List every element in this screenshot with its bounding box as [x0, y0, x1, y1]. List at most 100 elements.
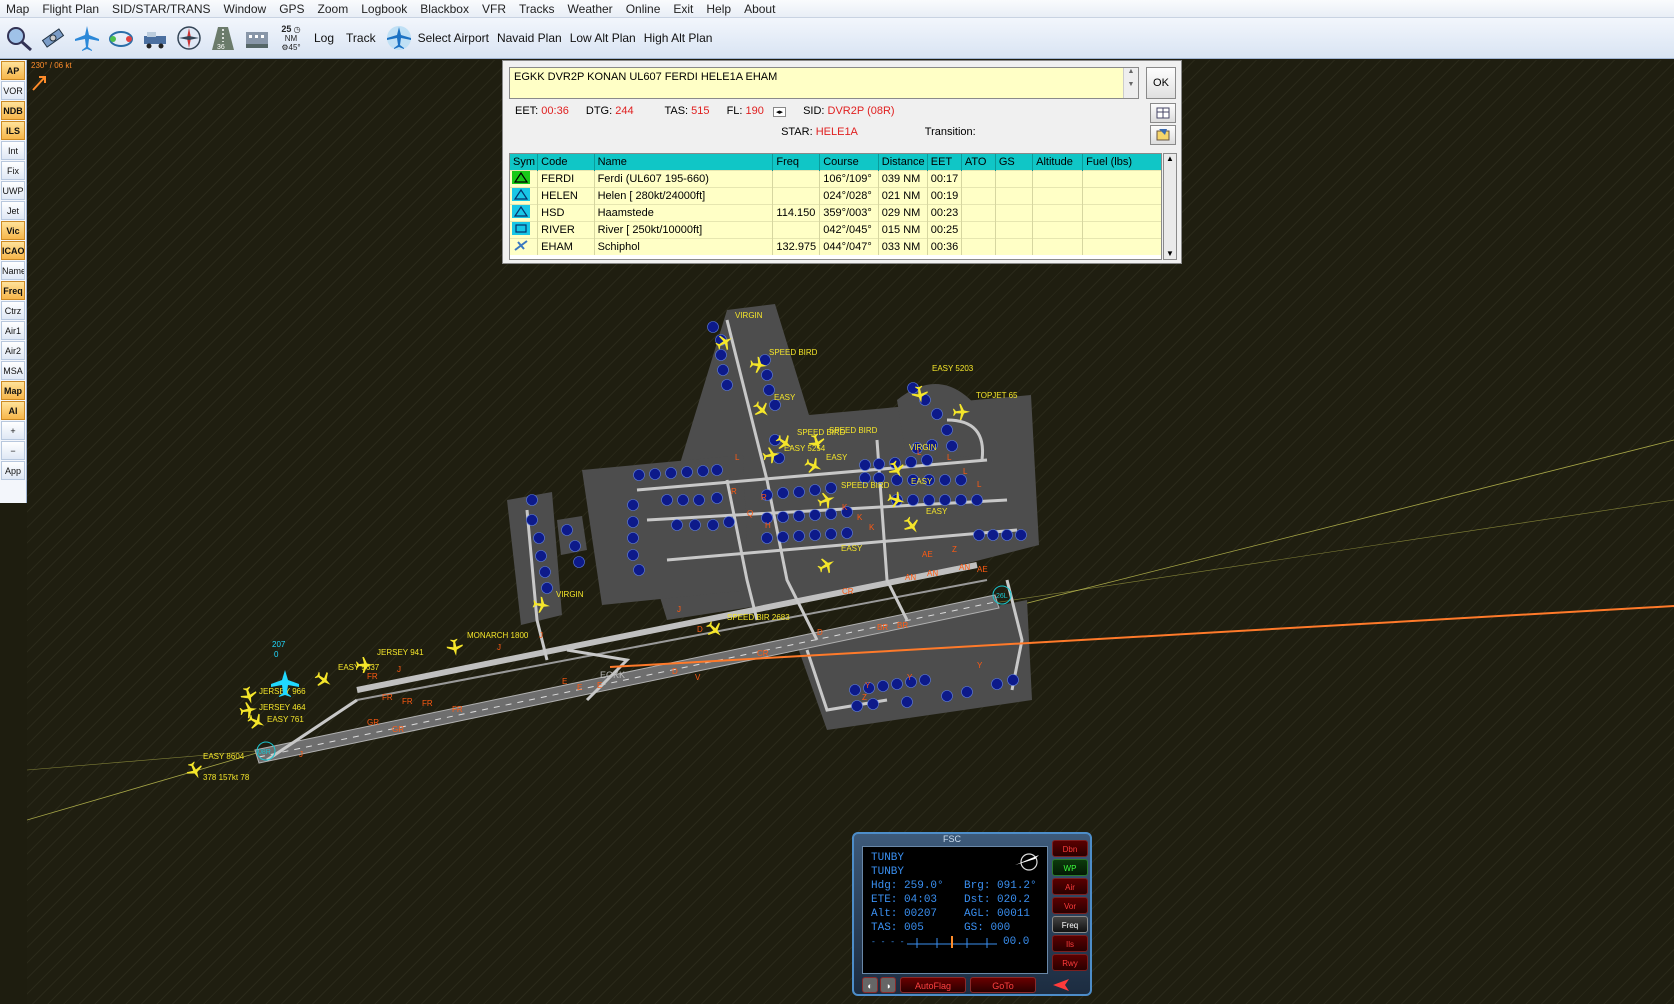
star-value[interactable]: HELE1A	[816, 126, 858, 138]
layer-button-int[interactable]: Int	[1, 141, 25, 160]
layer-button-ap[interactable]: AP	[1, 61, 25, 80]
menu-item-about[interactable]: About	[738, 1, 782, 17]
layer-button-jet[interactable]: Jet	[1, 201, 25, 220]
column-header-course[interactable]: Course	[819, 154, 879, 171]
cell-freq	[772, 221, 821, 239]
aircraft-icon[interactable]	[72, 23, 102, 53]
layer-button-name[interactable]: Name	[1, 261, 25, 280]
menu-item-help[interactable]: Help	[700, 1, 738, 17]
column-header-altitude[interactable]: Altitude	[1032, 154, 1084, 171]
layer-button-app[interactable]: App	[1, 461, 25, 480]
fsc-button-dbn[interactable]: Dbn	[1052, 840, 1088, 857]
route-scrollbar[interactable]: ▲ ▼	[1123, 68, 1138, 98]
menu-item-weather[interactable]: Weather	[562, 1, 620, 17]
table-row[interactable]: EHAM Schiphol 132.975 044°/047° 033 NM 00:36	[510, 238, 1161, 255]
table-row[interactable]: RIVER River [ 250kt/10000ft] 042°/045° 015 …	[510, 221, 1161, 239]
log-button[interactable]: Log	[314, 31, 334, 45]
menu-item-online[interactable]: Online	[620, 1, 668, 17]
menu-item-sid-star-trans[interactable]: SID/STAR/TRANS	[106, 1, 217, 17]
flight-plan-tools-button[interactable]	[1150, 125, 1176, 145]
menu-item-logbook[interactable]: Logbook	[355, 1, 414, 17]
parking-gate-marker	[777, 511, 789, 523]
ground-vehicle-icon[interactable]	[140, 23, 170, 53]
fsc-knob-right[interactable]: ◑	[880, 977, 896, 993]
route-string-input[interactable]: EGKK DVR2P KONAN UL607 FERDI HELE1A EHAM…	[509, 67, 1139, 99]
layer-button-msa[interactable]: MSA	[1, 361, 25, 380]
parking-gate-marker	[711, 464, 723, 476]
menu-item-map[interactable]: Map	[0, 1, 36, 17]
select-airport-icon[interactable]	[384, 23, 414, 53]
column-header-name[interactable]: Name	[594, 154, 774, 171]
menu-item-window[interactable]: Window	[218, 1, 274, 17]
menu-item-flight-plan[interactable]: Flight Plan	[36, 1, 106, 17]
layer-button-ai[interactable]: AI	[1, 401, 25, 420]
layer-button-air2[interactable]: Air2	[1, 341, 25, 360]
column-header-ato[interactable]: ATO	[961, 154, 996, 171]
layer-button-ndb[interactable]: NDB	[1, 101, 25, 120]
fsc-button-ils[interactable]: Ils	[1052, 935, 1088, 952]
layer-button-freq[interactable]: Freq	[1, 281, 25, 300]
column-header-freq[interactable]: Freq	[772, 154, 821, 171]
layer-toolbar: AP VOR NDB ILS Int Fix UWP Jet Vic ICAO Name Freq Ct…	[0, 60, 27, 503]
menu-item-vfr[interactable]: VFR	[476, 1, 513, 17]
scroll-down-icon[interactable]: ▼	[1124, 81, 1138, 88]
table-row[interactable]: HSD Haamstede 114.150 359°/003° 029 NM 00:23	[510, 204, 1161, 222]
compass-icon[interactable]	[174, 23, 204, 53]
layer-button-zoom-out[interactable]: −	[1, 441, 25, 460]
star-label: STAR:	[781, 126, 813, 138]
cell-empty	[995, 187, 1034, 205]
menu-item-zoom[interactable]: Zoom	[312, 1, 356, 17]
layer-button-vic[interactable]: Vic	[1, 221, 25, 240]
column-header-code[interactable]: Code	[537, 154, 595, 171]
layer-button-ctrz[interactable]: Ctrz	[1, 301, 25, 320]
ok-button[interactable]: OK	[1146, 67, 1176, 99]
layer-button-map[interactable]: Map	[1, 381, 25, 400]
select-airport-button[interactable]: Select Airport	[418, 31, 489, 45]
column-header-gs[interactable]: GS	[995, 154, 1034, 171]
track-button[interactable]: Track	[346, 31, 376, 45]
column-header-distance[interactable]: Distance	[878, 154, 928, 171]
find-map-icon[interactable]	[4, 23, 34, 53]
layer-button-uwp[interactable]: UWP	[1, 181, 25, 200]
fl-stepper[interactable]: ◂▸	[772, 107, 786, 117]
fsc-button-wp[interactable]: WP	[1052, 859, 1088, 876]
fsc-button-rwy[interactable]: Rwy	[1052, 954, 1088, 971]
menu-item-tracks[interactable]: Tracks	[513, 1, 562, 17]
terminal-icon[interactable]	[242, 23, 272, 53]
column-header-sym[interactable]: Sym	[510, 154, 539, 171]
layer-button-icao[interactable]: ICAO	[1, 241, 25, 260]
layer-button-vor[interactable]: VOR	[1, 81, 25, 100]
menu-item-gps[interactable]: GPS	[273, 1, 311, 17]
route-loop-icon[interactable]	[106, 23, 136, 53]
parking-gate-marker	[707, 321, 719, 333]
fsc-button-vor[interactable]: Vor	[1052, 897, 1088, 914]
table-row[interactable]: HELEN Helen [ 280kt/24000ft] 024°/028° 021 …	[510, 187, 1161, 205]
column-header-eet[interactable]: EET	[927, 154, 962, 171]
waypoint-table-scrollbar[interactable]: ▲ ▼	[1163, 153, 1177, 260]
layer-button-air1[interactable]: Air1	[1, 321, 25, 340]
column-header-fuel-lbs-[interactable]: Fuel (lbs)	[1082, 154, 1161, 171]
menu-item-blackbox[interactable]: Blackbox	[414, 1, 476, 17]
runway-icon[interactable]: 36	[208, 23, 238, 53]
sid-value[interactable]: DVR2P (08R)	[828, 105, 895, 117]
goto-button[interactable]: GoTo	[970, 977, 1036, 993]
scroll-up-icon[interactable]: ▲	[1164, 154, 1176, 163]
flight-plan-table-button[interactable]	[1150, 103, 1176, 123]
scroll-up-icon[interactable]: ▲	[1124, 68, 1138, 75]
fsc-button-freq[interactable]: Freq	[1052, 916, 1088, 933]
scroll-down-icon[interactable]: ▼	[1164, 249, 1176, 258]
layer-button-zoom-in[interactable]: +	[1, 421, 25, 440]
fsc-knob-left[interactable]: ◐	[862, 977, 878, 993]
autoflag-button[interactable]: AutoFlag	[900, 977, 966, 993]
range-angle-control[interactable]: 25 ◷ NM ⚙45°	[276, 23, 306, 53]
high-alt-plan-button[interactable]: High Alt Plan	[644, 31, 713, 45]
satellite-icon[interactable]	[38, 23, 68, 53]
menu-item-exit[interactable]: Exit	[667, 1, 700, 17]
fsc-button-air[interactable]: Air	[1052, 878, 1088, 895]
table-row[interactable]: FERDI Ferdi (UL607 195-660) 106°/109° 039 N…	[510, 170, 1161, 188]
layer-button-ils[interactable]: ILS	[1, 121, 25, 140]
navaid-plan-button[interactable]: Navaid Plan	[497, 31, 562, 45]
low-alt-plan-button[interactable]: Low Alt Plan	[570, 31, 636, 45]
fsc-plane-icon[interactable]	[1052, 977, 1070, 993]
layer-button-fix[interactable]: Fix	[1, 161, 25, 180]
